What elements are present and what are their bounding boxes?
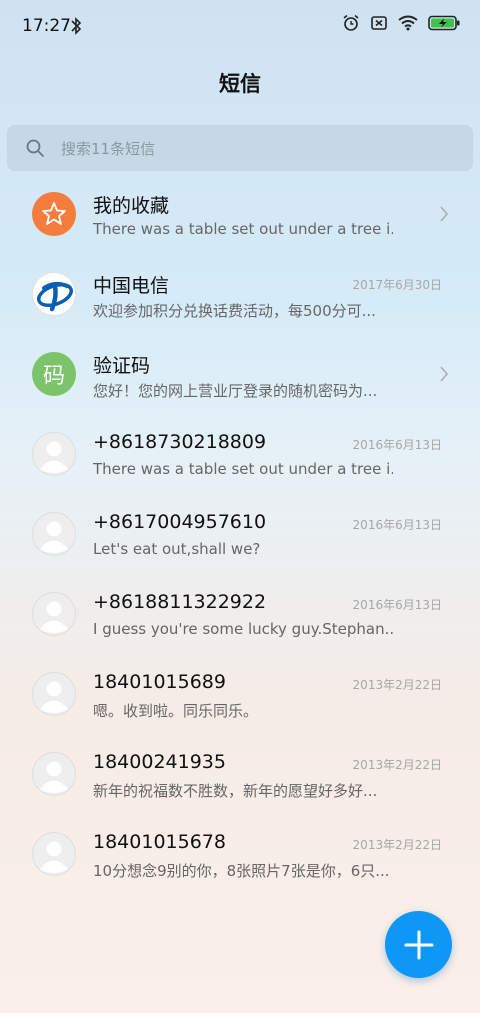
china-telecom-avatar: [32, 272, 76, 316]
conversation-name: 18401015689: [93, 671, 226, 693]
favorites-avatar: [32, 192, 76, 236]
conversation-list: 我的收藏 There was a table set out under a t…: [0, 176, 480, 896]
conversation-name: +8618811322922: [93, 591, 267, 613]
star-icon: [42, 202, 66, 225]
contact-avatar: [32, 672, 76, 716]
battery-charging-icon: [428, 15, 460, 31]
conversation-date: 2016年6月13日: [352, 518, 442, 532]
conversation-name: 我的收藏: [93, 195, 170, 217]
contact-avatar: [32, 512, 76, 556]
conversation-date: 2013年2月22日: [352, 758, 442, 772]
conversation-date: 2016年6月13日: [352, 598, 442, 612]
contact-avatar: [32, 592, 76, 636]
china-telecom-logo: [36, 281, 74, 312]
conversation-snippet: 嗯。收到啦。同乐同乐。: [93, 702, 259, 720]
person-icon: [32, 592, 76, 636]
person-icon: [32, 832, 76, 876]
contact-avatar: [32, 752, 76, 796]
conversation-date: 2013年2月22日: [352, 678, 442, 692]
person-icon: [32, 752, 76, 796]
conversation-item-china-telecom[interactable]: 中国电信 2017年6月30日 欢迎参加积分兑换话费活动，每500分可...: [0, 256, 480, 336]
sim-off-icon: [371, 16, 387, 30]
conversation-item[interactable]: 18401015678 2013年2月22日 10分想念9别的你，8张照片7张是…: [0, 816, 480, 896]
conversation-snippet: 新年的祝福数不胜数，新年的愿望好多好...: [93, 782, 378, 800]
conversation-item[interactable]: +8618811322922 2016年6月13日 I guess you're…: [0, 576, 480, 656]
conversation-snippet: 欢迎参加积分兑换话费活动，每500分可...: [93, 302, 376, 320]
status-bar: 17:27: [0, 0, 480, 52]
person-icon: [32, 432, 76, 476]
contact-avatar: [32, 432, 76, 476]
search-placeholder[interactable]: 搜索11条短信: [61, 138, 155, 159]
conversation-item[interactable]: 18401015689 2013年2月22日 嗯。收到啦。同乐同乐。: [0, 656, 480, 736]
conversation-name: 18401015678: [93, 831, 226, 853]
status-time: 17:27: [22, 16, 71, 36]
conversation-item[interactable]: 18400241935 2013年2月22日 新年的祝福数不胜数，新年的愿望好多…: [0, 736, 480, 816]
conversation-snippet: 您好！您的网上营业厅登录的随机密码为...: [93, 382, 378, 400]
conversation-name: +8618730218809: [93, 431, 267, 453]
chevron-right-icon: [440, 366, 449, 382]
person-icon: [32, 512, 76, 556]
conversation-name: +8617004957610: [93, 511, 267, 533]
avatar-letter: 码: [42, 364, 65, 389]
conversation-item[interactable]: +8617004957610 2016年6月13日 Let's eat out,…: [0, 496, 480, 576]
alarm-icon: [343, 14, 359, 31]
conversation-snippet: There was a table set out under a tree i…: [93, 460, 393, 478]
wifi-icon: [398, 15, 418, 31]
new-message-button[interactable]: [385, 911, 452, 978]
conversation-snippet: I guess you're some lucky guy.Stephan...: [93, 620, 393, 638]
conversation-item-favorites[interactable]: 我的收藏 There was a table set out under a t…: [0, 176, 480, 256]
conversation-snippet: Let's eat out,shall we?: [93, 540, 261, 558]
conversation-date: 2013年2月22日: [352, 838, 442, 852]
conversation-name: 中国电信: [93, 275, 170, 297]
search-icon: [26, 139, 44, 157]
conversation-item[interactable]: +8618730218809 2016年6月13日 There was a ta…: [0, 416, 480, 496]
conversation-name: 验证码: [93, 355, 151, 377]
person-icon: [32, 672, 76, 716]
chevron-right-icon: [440, 206, 449, 222]
search-bar[interactable]: 搜索11条短信: [7, 125, 473, 171]
plus-icon: [404, 930, 433, 959]
conversation-date: 2017年6月30日: [352, 278, 442, 292]
conversation-name: 18400241935: [93, 751, 226, 773]
contact-avatar: [32, 832, 76, 876]
conversation-snippet: 10分想念9别的你，8张照片7张是你，6只...: [93, 862, 390, 880]
page-title: 短信: [219, 72, 261, 96]
verification-code-avatar: 码: [32, 352, 76, 396]
conversation-snippet: There was a table set out under a tree i…: [93, 220, 393, 238]
conversation-date: 2016年6月13日: [352, 438, 442, 452]
bluetooth-icon: [71, 17, 82, 35]
conversation-item-verification-code[interactable]: 码 验证码 您好！您的网上营业厅登录的随机密码为...: [0, 336, 480, 416]
